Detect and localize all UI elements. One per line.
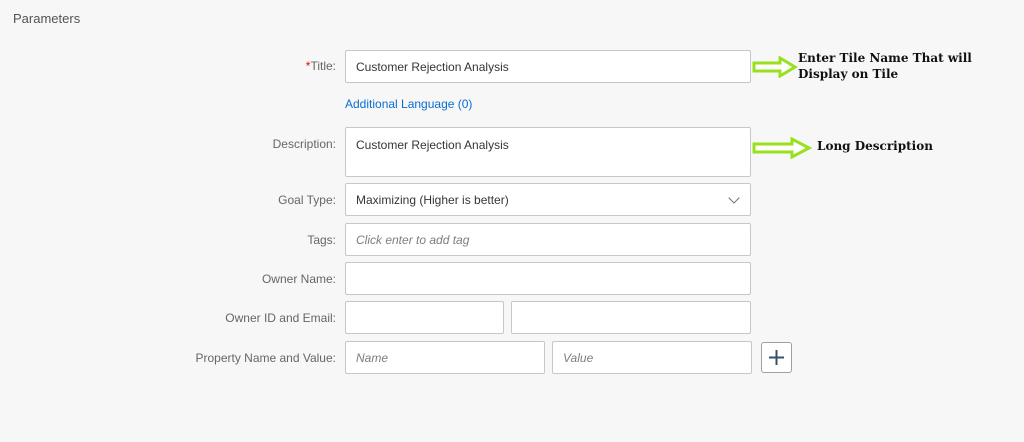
owner-name-label: Owner Name:	[261, 272, 336, 286]
section-title: Parameters	[13, 11, 81, 26]
chevron-down-icon	[728, 191, 740, 204]
tags-label: Tags:	[307, 233, 336, 247]
owner-name-input[interactable]	[345, 262, 751, 295]
property-value-input[interactable]: Value	[552, 341, 752, 374]
owner-id-input[interactable]	[345, 301, 504, 334]
annotation-long-description: Long Description	[817, 139, 933, 153]
owner-email-input[interactable]	[511, 301, 751, 334]
title-input-value: Customer Rejection Analysis	[356, 59, 509, 74]
property-label: Property Name and Value:	[195, 351, 336, 365]
tags-input[interactable]: Click enter to add tag	[345, 223, 751, 256]
property-name-input[interactable]: Name	[345, 341, 545, 374]
additional-language-link[interactable]: Additional Language (0)	[345, 97, 472, 111]
description-label: Description:	[272, 137, 336, 151]
description-value: Customer Rejection Analysis	[356, 138, 509, 152]
property-name-placeholder: Name	[356, 350, 389, 365]
annotation-tile-name: Enter Tile Name That will Display on Til…	[798, 51, 972, 81]
add-property-button[interactable]	[761, 342, 792, 373]
annotation-arrow-icon	[752, 137, 812, 159]
tags-placeholder: Click enter to add tag	[356, 232, 470, 247]
description-textarea[interactable]: Customer Rejection Analysis	[345, 127, 751, 177]
goal-type-select[interactable]: Maximizing (Higher is better)	[345, 183, 751, 216]
title-label: *Title:	[76, 59, 336, 73]
annotation-arrow-icon	[752, 56, 798, 78]
title-label-text: Title:	[310, 59, 336, 73]
owner-id-email-label: Owner ID and Email:	[225, 311, 336, 325]
title-input[interactable]: Customer Rejection Analysis	[345, 50, 751, 83]
goal-type-label: Goal Type:	[278, 193, 336, 207]
property-value-placeholder: Value	[563, 350, 594, 365]
goal-type-value: Maximizing (Higher is better)	[356, 192, 509, 207]
plus-icon	[769, 350, 784, 365]
